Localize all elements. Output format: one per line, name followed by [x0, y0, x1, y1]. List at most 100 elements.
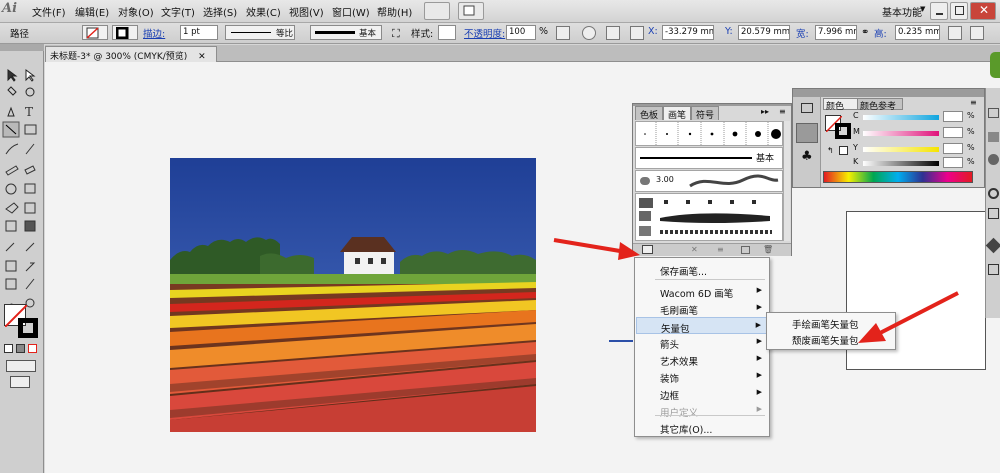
variable-width-profile[interactable]: 等比 [225, 25, 295, 40]
placed-image-tulip-field[interactable] [170, 158, 536, 432]
brush-options-icon[interactable]: ≡ [717, 245, 724, 254]
graphic-styles-panel-icon[interactable] [988, 208, 999, 219]
menu-item-6[interactable]: 装饰 ▶ [636, 368, 768, 385]
menu-view[interactable]: 视图(V) [289, 4, 324, 19]
menu-window[interactable]: 窗口(W) [332, 4, 370, 19]
floating-widget[interactable] [990, 52, 1000, 78]
art-brushes-preview [639, 198, 772, 236]
channel-m-field[interactable] [943, 127, 963, 138]
workspace-switcher[interactable]: 基本功能 [882, 4, 922, 19]
tab-swatches[interactable]: 色板 [635, 106, 664, 121]
channel-y-field[interactable] [943, 143, 963, 154]
document-tab[interactable]: 未标题-3* @ 300% (CMYK/预览) ✕ [45, 46, 217, 62]
new-brush-icon[interactable] [741, 246, 750, 254]
menu-item-7[interactable]: 边框 ▶ [636, 385, 768, 402]
menu-effect[interactable]: 效果(C) [246, 4, 281, 19]
remove-brush-stroke-icon[interactable]: ✕ [691, 245, 698, 254]
tab-symbols[interactable]: 符号 [691, 106, 720, 121]
channel-m-slider[interactable] [863, 131, 939, 136]
opacity-label[interactable]: 不透明度: [464, 26, 505, 40]
tab-color-guide[interactable]: 颜色参考 [857, 98, 903, 112]
height-field[interactable]: 0.235 mm [895, 25, 940, 40]
close-window-button[interactable]: ✕ [970, 2, 996, 20]
channel-c-label: C [853, 111, 859, 120]
menu-item-4[interactable]: 箭头 ▶ [636, 334, 768, 351]
x-field[interactable]: -33.279 mm [662, 25, 714, 40]
brush-definition[interactable]: 基本 [310, 25, 382, 40]
fill-swatch[interactable] [82, 25, 108, 40]
bristle-brush-row[interactable]: 3.00 [635, 170, 783, 192]
basic-brush-row[interactable]: 基本 [635, 147, 783, 169]
gradient-panel-icon[interactable] [988, 132, 999, 142]
delete-brush-icon[interactable]: 🗑 [763, 245, 773, 254]
swap-icon[interactable]: ↰ [827, 146, 834, 155]
none-mode-button[interactable] [28, 344, 37, 353]
recolor-icon[interactable]: ⛶ [392, 27, 400, 41]
brush-panel-scrollbar[interactable] [783, 121, 790, 241]
art-brush-rows[interactable] [635, 193, 783, 241]
color-spectrum-bar[interactable] [823, 171, 973, 183]
toolbox: T [0, 44, 44, 473]
maximize-button[interactable] [950, 2, 968, 20]
transform-icon[interactable] [582, 26, 596, 40]
artboards-panel-icon[interactable] [988, 264, 999, 275]
minimize-button[interactable] [930, 2, 948, 20]
channel-k-slider[interactable] [863, 161, 939, 166]
stroke-panel-icon[interactable] [988, 108, 999, 118]
stroke-weight-field[interactable]: 1 pt [180, 25, 218, 40]
menu-help[interactable]: 帮助(H) [377, 4, 412, 19]
constrain-proportions-icon[interactable]: ⚭ [861, 27, 869, 38]
channel-c-slider[interactable] [863, 115, 939, 120]
menu-item-0[interactable]: 保存画笔... [636, 261, 768, 278]
selected-path[interactable] [609, 340, 633, 342]
stroke-label[interactable]: 描边: [143, 26, 165, 40]
swatch-grid-icon[interactable] [801, 103, 813, 113]
menu-object[interactable]: 对象(O) [118, 4, 154, 19]
calligraphic-brush-row[interactable] [635, 121, 783, 146]
panel-expand-icon[interactable]: ▸▸ [761, 107, 769, 116]
document-setup-icon[interactable] [556, 26, 570, 40]
transparency-panel-icon[interactable] [988, 154, 999, 165]
color-mode-button[interactable] [4, 344, 13, 353]
width-field[interactable]: 7.996 mm [815, 25, 857, 40]
panel-menu-icon[interactable]: ≡ [779, 107, 786, 116]
gradient-mode-button[interactable] [16, 344, 25, 353]
stroke-icon [115, 26, 129, 39]
menu-select[interactable]: 选择(S) [203, 4, 237, 19]
close-tab-icon[interactable]: ✕ [198, 52, 206, 62]
symbols-icon[interactable]: ♣ [801, 149, 813, 164]
reference-point-icon[interactable] [630, 26, 644, 40]
appearance-panel-icon[interactable] [988, 188, 999, 199]
screen-mode-button[interactable] [10, 376, 30, 388]
menu-item-label: 箭头 [660, 340, 680, 351]
y-field[interactable]: 20.579 mm [738, 25, 790, 40]
bridge-button[interactable] [424, 2, 450, 20]
stroke-indicator[interactable] [835, 123, 851, 139]
tab-brushes[interactable]: 画笔 [663, 106, 692, 121]
opacity-field[interactable]: 100 [506, 25, 536, 40]
layers-panel-icon[interactable] [985, 237, 1000, 254]
transform-panel-icon[interactable] [948, 26, 962, 40]
align-icon[interactable] [606, 26, 620, 40]
menu-edit[interactable]: 编辑(E) [75, 4, 109, 19]
channel-k-field[interactable] [943, 157, 963, 168]
arrange-documents-button[interactable] [458, 2, 484, 20]
menu-type[interactable]: 文字(T) [161, 4, 195, 19]
control-panel-menu-icon[interactable] [970, 26, 984, 40]
menu-file[interactable]: 文件(F) [32, 4, 66, 19]
brush-panel-icon[interactable] [796, 123, 818, 143]
menu-item-3[interactable]: 矢量包 ▶ [636, 317, 768, 335]
graphic-style-swatch[interactable] [438, 25, 456, 40]
channel-c-field[interactable] [943, 111, 963, 122]
menu-item-5[interactable]: 艺术效果 ▶ [636, 351, 768, 368]
channel-y-slider[interactable] [863, 147, 939, 152]
white-swatch[interactable] [839, 146, 848, 155]
menu-item-9[interactable]: 其它库(O)... [636, 419, 768, 436]
menu-item-1[interactable]: Wacom 6D 画笔 ▶ [636, 283, 768, 300]
color-panel-menu-icon[interactable]: ≡ [970, 98, 977, 107]
menu-item-2[interactable]: 毛刷画笔 ▶ [636, 300, 768, 317]
stroke-color-box[interactable] [18, 318, 38, 338]
draw-mode-button[interactable] [6, 360, 36, 372]
stroke-swatch[interactable] [112, 25, 138, 40]
menu-item-label: 其它库(O)... [660, 425, 713, 436]
